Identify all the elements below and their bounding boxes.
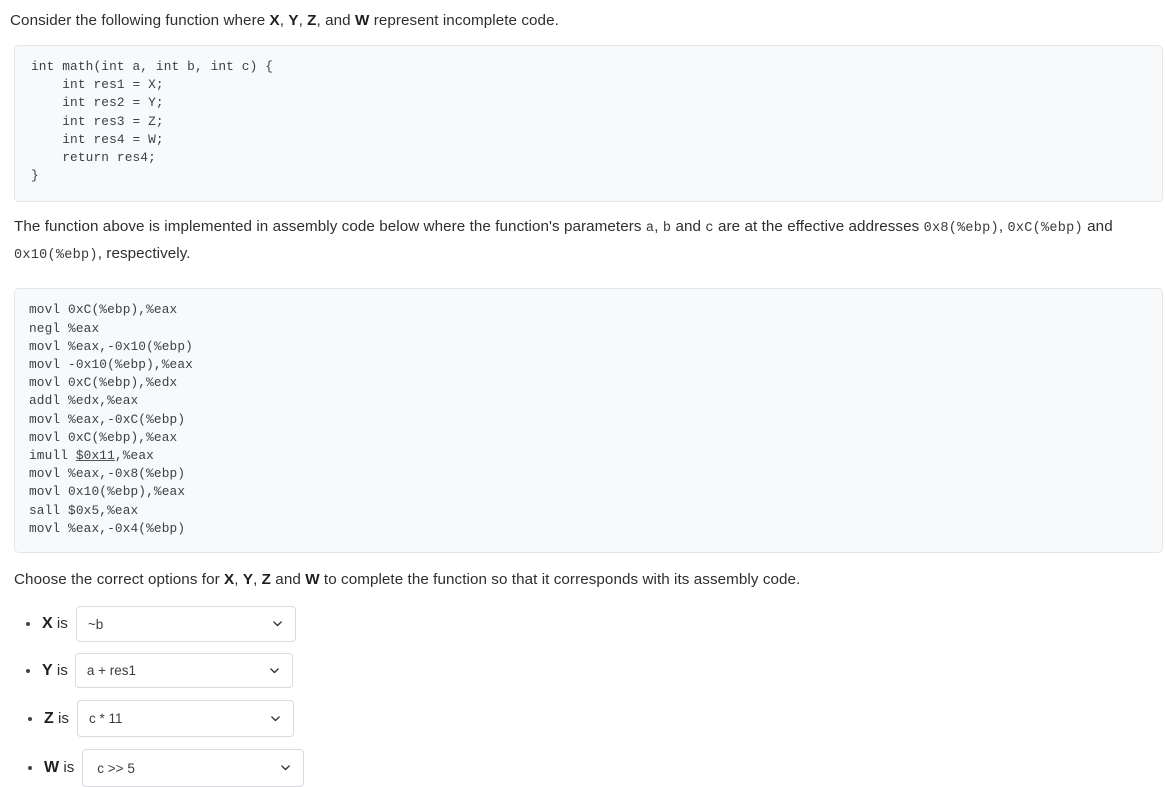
instruction-prefix: Choose the correct options for [14, 571, 225, 589]
answer-label-x: X is [42, 615, 68, 633]
intro-var-x: X [269, 12, 280, 29]
explanation-part-6: and [1082, 218, 1113, 236]
chevron-down-icon [272, 618, 283, 629]
list-bullet-icon [28, 766, 32, 771]
answer-row-w: W is c >> 5 [8, 749, 1157, 787]
intro-suffix: represent incomplete code. [369, 12, 559, 29]
instruction-var-y: Y [242, 571, 254, 589]
explanation-paragraph: The function above is implemented in ass… [8, 214, 1157, 268]
answer-list: X is ~b Y is a + res1 Z is c * 11 W is c… [8, 606, 1157, 787]
instruction-var-x: X [224, 571, 235, 589]
intro-var-y: Y [288, 12, 299, 29]
chevron-down-icon [280, 762, 291, 773]
answer-label-tail-x: is [52, 615, 68, 633]
explanation-part-1: The function above is implemented in ass… [14, 218, 646, 236]
param-b-code: b [662, 221, 672, 237]
answer-label-z: Z is [44, 710, 69, 728]
question-page: Consider the following function where X,… [0, 0, 1165, 787]
answer-var-x: X [42, 615, 53, 633]
instruction-sep-2: , [253, 571, 262, 589]
explanation-part-2: , [654, 218, 663, 236]
answer-label-tail-z: is [53, 709, 69, 727]
explanation-part-4: are at the effective addresses [713, 218, 924, 236]
explanation-part-3: and [671, 218, 706, 236]
address-a-code: 0x8(%ebp) [923, 221, 999, 237]
answer-label-tail-y: is [52, 661, 68, 679]
intro-var-w: W [355, 12, 370, 29]
address-c-code: 0x10(%ebp) [14, 248, 98, 264]
assembly-immediate-value: $0x11 [75, 448, 115, 464]
answer-label-w: W is [44, 759, 74, 777]
address-b-code: 0xC(%ebp) [1007, 221, 1083, 237]
instruction-suffix: to complete the function so that it corr… [319, 571, 801, 589]
answer-row-z: Z is c * 11 [8, 700, 1157, 738]
assembly-lines-before: movl 0xC(%ebp),%eax negl %eax movl %eax,… [29, 302, 193, 464]
chevron-down-icon [269, 665, 280, 676]
list-bullet-icon [26, 668, 30, 673]
list-bullet-icon [26, 622, 30, 627]
dropdown-y-value: a + res1 [86, 663, 137, 679]
intro-var-z: Z [307, 12, 317, 29]
instruction-paragraph: Choose the correct options for X, Y, Z a… [8, 567, 1157, 592]
c-source-code: int math(int a, int b, int c) { int res1… [31, 59, 274, 184]
dropdown-y[interactable]: a + res1 [74, 653, 293, 689]
answer-var-z: Z [44, 709, 54, 727]
intro-sep-3: , and [316, 12, 355, 29]
explanation-part-7: , respectively. [97, 245, 191, 263]
dropdown-w-value: c >> 5 [97, 760, 135, 776]
answer-label-y: Y is [42, 662, 68, 680]
answer-label-tail-w: is [59, 759, 75, 777]
param-a-code: a [645, 221, 655, 237]
dropdown-w[interactable]: c >> 5 [82, 749, 305, 787]
explanation-part-5: , [998, 218, 1008, 236]
dropdown-x-value: ~b [87, 616, 104, 632]
instruction-var-z: Z [261, 571, 272, 589]
answer-var-y: Y [42, 661, 53, 679]
dropdown-x[interactable]: ~b [75, 606, 296, 643]
assembly-code: movl 0xC(%ebp),%eax negl %eax movl %eax,… [29, 301, 1162, 538]
answer-var-w: W [44, 759, 60, 777]
param-c-code: c [705, 221, 714, 237]
instruction-var-w: W [305, 571, 320, 589]
intro-paragraph: Consider the following function where X,… [8, 8, 1157, 33]
instruction-sep-3: and [271, 571, 306, 589]
intro-prefix: Consider the following function where [10, 12, 270, 29]
instruction-sep-1: , [234, 571, 243, 589]
list-bullet-icon [28, 716, 32, 721]
answer-row-y: Y is a + res1 [8, 653, 1157, 689]
chevron-down-icon [270, 713, 281, 724]
assembly-code-block: movl 0xC(%ebp),%eax negl %eax movl %eax,… [14, 288, 1163, 554]
dropdown-z[interactable]: c * 11 [76, 700, 294, 738]
intro-sep-2: , [298, 12, 308, 29]
answer-row-x: X is ~b [8, 606, 1157, 643]
c-source-code-block: int math(int a, int b, int c) { int res1… [14, 45, 1163, 203]
dropdown-z-value: c * 11 [88, 711, 123, 727]
